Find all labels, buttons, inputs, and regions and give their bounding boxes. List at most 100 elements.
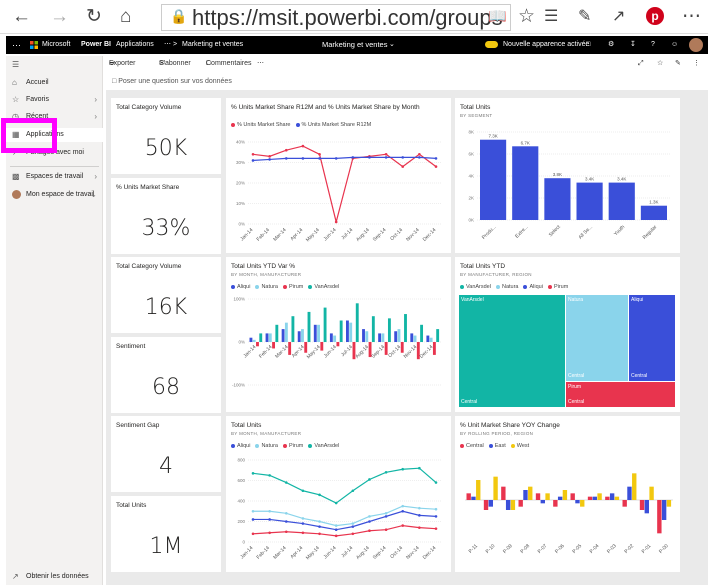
kpi-tile[interactable]: % Units Market Share 33% bbox=[111, 178, 221, 254]
data-point bbox=[268, 509, 271, 513]
chart-tile[interactable]: % Unit Market Share YOY Change BY ROLLIN… bbox=[455, 416, 680, 572]
get-data-button[interactable]: ↗ Obtenir les données bbox=[6, 570, 103, 584]
report-title[interactable]: Marketing et ventes bbox=[322, 36, 387, 54]
breadcrumb-app[interactable]: Marketing et ventes bbox=[182, 36, 243, 54]
chart-legend: Aliqui Natura Pirum VanArsdel bbox=[231, 443, 339, 449]
legend-label: VanArsdel bbox=[314, 443, 340, 449]
kpi-tile[interactable]: Sentiment Gap 4 bbox=[111, 416, 221, 492]
export-button[interactable]: ↦ Exporter ⌄ bbox=[109, 56, 135, 72]
bar bbox=[535, 493, 541, 500]
favorite-star-icon[interactable]: ☆ bbox=[657, 56, 663, 72]
series-line bbox=[253, 510, 437, 531]
app-launcher-icon[interactable]: ⋯ bbox=[12, 36, 21, 54]
back-icon[interactable]: ← bbox=[12, 6, 31, 28]
bar bbox=[378, 333, 382, 342]
sidebar-item-my-workspace[interactable]: Mon espace de travail ⌄ bbox=[6, 188, 103, 202]
data-point bbox=[251, 153, 255, 156]
more-options-icon[interactable]: ⋯ bbox=[257, 56, 264, 72]
settings-icon[interactable]: ⚙ bbox=[608, 36, 614, 54]
sidebar-item-home[interactable]: ⌂ Accueil bbox=[6, 76, 103, 90]
product-label[interactable]: Power BI bbox=[81, 36, 111, 54]
bar bbox=[553, 500, 558, 507]
chart-tile[interactable]: Total Units BY SEGMENT 0K 2K 4K 6K 8K 7.3K 6.7… bbox=[455, 98, 680, 253]
more-icon[interactable]: ⋯ bbox=[682, 6, 701, 28]
sidebar-item-workspaces[interactable]: ▩ Espaces de travail › bbox=[6, 170, 103, 184]
forward-icon[interactable]: → bbox=[50, 6, 69, 28]
series-line bbox=[253, 505, 437, 527]
x-tick-label: Feb-14 bbox=[256, 227, 272, 243]
home-icon[interactable]: ⌂ bbox=[120, 6, 131, 28]
tile-title: Total Units bbox=[460, 104, 491, 111]
address-bar[interactable]: 🔒 https://msit.powerbi.com/groups bbox=[161, 4, 511, 31]
data-point bbox=[368, 156, 371, 159]
bar bbox=[365, 331, 369, 342]
collapse-nav[interactable]: ☰ bbox=[6, 58, 103, 72]
x-tick-label: Aug-14 bbox=[355, 227, 371, 243]
treemap-cell-natura[interactable]: Natura Central bbox=[566, 295, 628, 381]
kpi-tile[interactable]: Total Category Volume 50K bbox=[111, 98, 221, 174]
chart-tile[interactable]: Total Units YTD Var % BY MONTH, MANUFACT… bbox=[226, 257, 451, 412]
data-point bbox=[301, 531, 305, 535]
kpi-tile[interactable]: Sentiment 68 bbox=[111, 337, 221, 413]
treemap-cell-aliqui[interactable]: Aliqui Central bbox=[629, 295, 675, 381]
favorite-star-icon[interactable]: ☆ bbox=[518, 6, 535, 28]
more-options-icon[interactable]: ⋮ bbox=[693, 56, 700, 72]
favorites-hub-icon[interactable]: ☰ bbox=[544, 6, 558, 28]
legend-label: East bbox=[494, 443, 506, 449]
treemap-region: Central bbox=[568, 399, 585, 405]
sidebar-item-favorites[interactable]: ☆ Favoris › bbox=[6, 93, 103, 107]
tile-subtitle: BY MANUFACTURER, REGION bbox=[460, 272, 532, 277]
data-point bbox=[284, 512, 288, 515]
refresh-icon[interactable]: ↻ bbox=[86, 6, 102, 28]
bar bbox=[362, 329, 365, 342]
y-tick-label: 600 bbox=[237, 478, 245, 483]
bar bbox=[349, 322, 353, 342]
x-tick-label: Oct-14 bbox=[387, 344, 402, 359]
share-icon[interactable]: ↗ bbox=[612, 6, 625, 28]
qa-box[interactable]: □ Poser une question sur vos données bbox=[112, 78, 232, 85]
data-point bbox=[384, 515, 388, 518]
chevron-down-icon[interactable]: ⌄ bbox=[389, 36, 395, 54]
bar bbox=[252, 339, 256, 342]
legend-label: % Units Market Share bbox=[237, 122, 291, 128]
feedback-icon[interactable]: ☺ bbox=[671, 36, 678, 54]
download-icon[interactable]: ↧ bbox=[630, 36, 636, 54]
comment-icon[interactable]: □ bbox=[586, 36, 590, 54]
fullscreen-icon[interactable]: ⤢ bbox=[638, 56, 644, 72]
data-point bbox=[418, 466, 421, 470]
edit-pencil-icon[interactable]: ✎ bbox=[675, 56, 681, 72]
bar bbox=[483, 500, 489, 510]
treemap-cell-pirum[interactable]: Pirum Central bbox=[566, 382, 675, 407]
legend-label: Aliqui bbox=[237, 443, 251, 449]
data-label: 3.4K bbox=[585, 177, 594, 182]
x-tick-label: May-14 bbox=[305, 545, 321, 561]
kpi-tile[interactable]: Total Units 1M bbox=[111, 496, 221, 572]
x-tick-label: All Se... bbox=[578, 224, 594, 240]
data-point bbox=[251, 509, 255, 513]
breadcrumb-applications[interactable]: Applications bbox=[116, 36, 154, 54]
data-point bbox=[251, 518, 255, 521]
avatar[interactable] bbox=[689, 38, 703, 52]
pinterest-icon[interactable]: p bbox=[646, 7, 664, 25]
treemap-cell-vanarsdel[interactable]: VanArsdel Central bbox=[459, 295, 565, 407]
y-tick-label: 0% bbox=[238, 222, 245, 227]
kpi-tile[interactable]: Total Category Volume 16K bbox=[111, 257, 221, 333]
help-icon[interactable]: ? bbox=[651, 36, 655, 54]
x-tick-label: Regular bbox=[642, 224, 659, 241]
chart-tile[interactable]: % Units Market Share R12M and % Units Ma… bbox=[226, 98, 451, 253]
data-point bbox=[351, 532, 355, 536]
data-label: 3.8K bbox=[553, 172, 562, 177]
bar bbox=[608, 182, 635, 220]
kpi-value: 33% bbox=[141, 216, 191, 241]
column-chart: P-11 P-10 P-09 P-08 P-07 P-06 P-05 P-04 P-03 P-02… bbox=[465, 473, 673, 555]
new-look-toggle[interactable] bbox=[485, 41, 498, 48]
microsoft-label: Microsoft bbox=[42, 41, 71, 48]
chart-legend: Central East West bbox=[460, 443, 529, 449]
reading-view-icon[interactable]: 📖 bbox=[488, 6, 507, 28]
data-point bbox=[368, 520, 371, 523]
pen-icon[interactable]: ✎ bbox=[578, 6, 591, 28]
chart-tile[interactable]: Total Units YTD BY MANUFACTURER, REGION … bbox=[455, 257, 680, 412]
legend-dot bbox=[308, 443, 313, 448]
chart-tile[interactable]: Total Units BY MONTH, MANUFACTURER Aliqu… bbox=[226, 416, 451, 572]
data-point bbox=[334, 534, 338, 538]
